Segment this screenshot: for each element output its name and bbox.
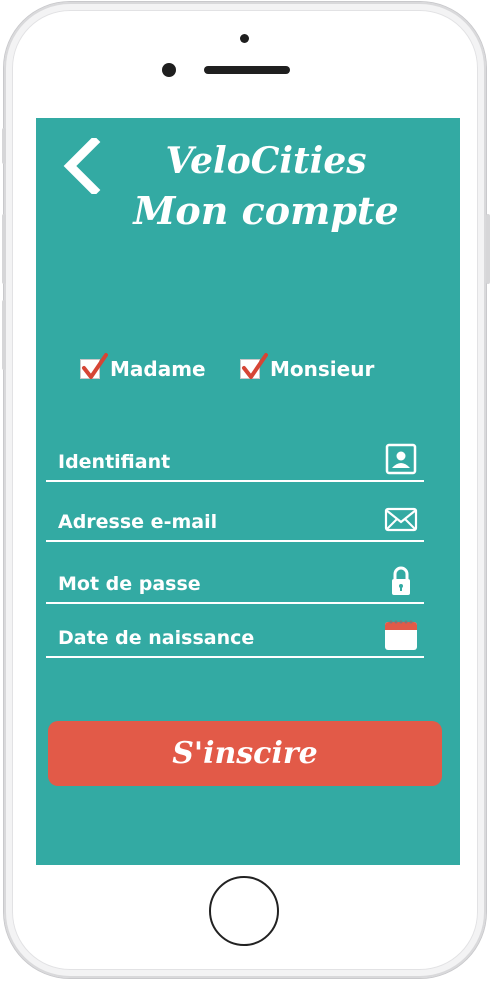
monsieur-label: Monsieur <box>270 357 375 381</box>
home-button[interactable] <box>209 876 279 946</box>
signup-button[interactable]: S'inscire <box>48 721 442 786</box>
monsieur-checkbox[interactable] <box>240 353 268 379</box>
page-header: VeloCities Mon compte <box>116 136 416 236</box>
birthdate-label: Date de naissance <box>58 627 255 649</box>
volume-up-button <box>2 214 6 284</box>
app-name: VeloCities <box>165 140 367 182</box>
username-field[interactable]: Identifiant <box>46 440 424 482</box>
envelope-icon <box>384 507 418 532</box>
mute-switch <box>2 128 6 164</box>
front-camera <box>162 63 176 77</box>
madame-label: Madame <box>110 357 206 381</box>
power-button <box>486 214 490 284</box>
earpiece-speaker <box>204 66 290 74</box>
checkmark-icon <box>242 353 268 379</box>
proximity-sensor <box>240 34 249 43</box>
back-button[interactable] <box>62 135 102 197</box>
chevron-left-icon <box>63 135 101 197</box>
calendar-icon <box>385 620 417 650</box>
madame-checkbox[interactable] <box>80 353 108 379</box>
checkmark-icon <box>82 353 108 379</box>
gender-option-madame[interactable]: Madame <box>80 352 206 386</box>
email-label: Adresse e-mail <box>58 511 218 533</box>
password-field[interactable]: Mot de passe <box>46 562 424 604</box>
app-screen: VeloCities Mon compte Madame Monsieur Id… <box>36 118 460 865</box>
contact-card-icon <box>385 443 417 475</box>
email-field[interactable]: Adresse e-mail <box>46 500 424 542</box>
gender-selector: Madame Monsieur <box>36 352 460 386</box>
gender-option-monsieur[interactable]: Monsieur <box>240 352 374 386</box>
padlock-icon <box>392 566 410 595</box>
page-title: Mon compte <box>133 188 399 233</box>
username-label: Identifiant <box>58 451 171 473</box>
birthdate-field[interactable]: Date de naissance <box>46 616 424 658</box>
password-label: Mot de passe <box>58 573 201 595</box>
volume-down-button <box>2 300 6 370</box>
